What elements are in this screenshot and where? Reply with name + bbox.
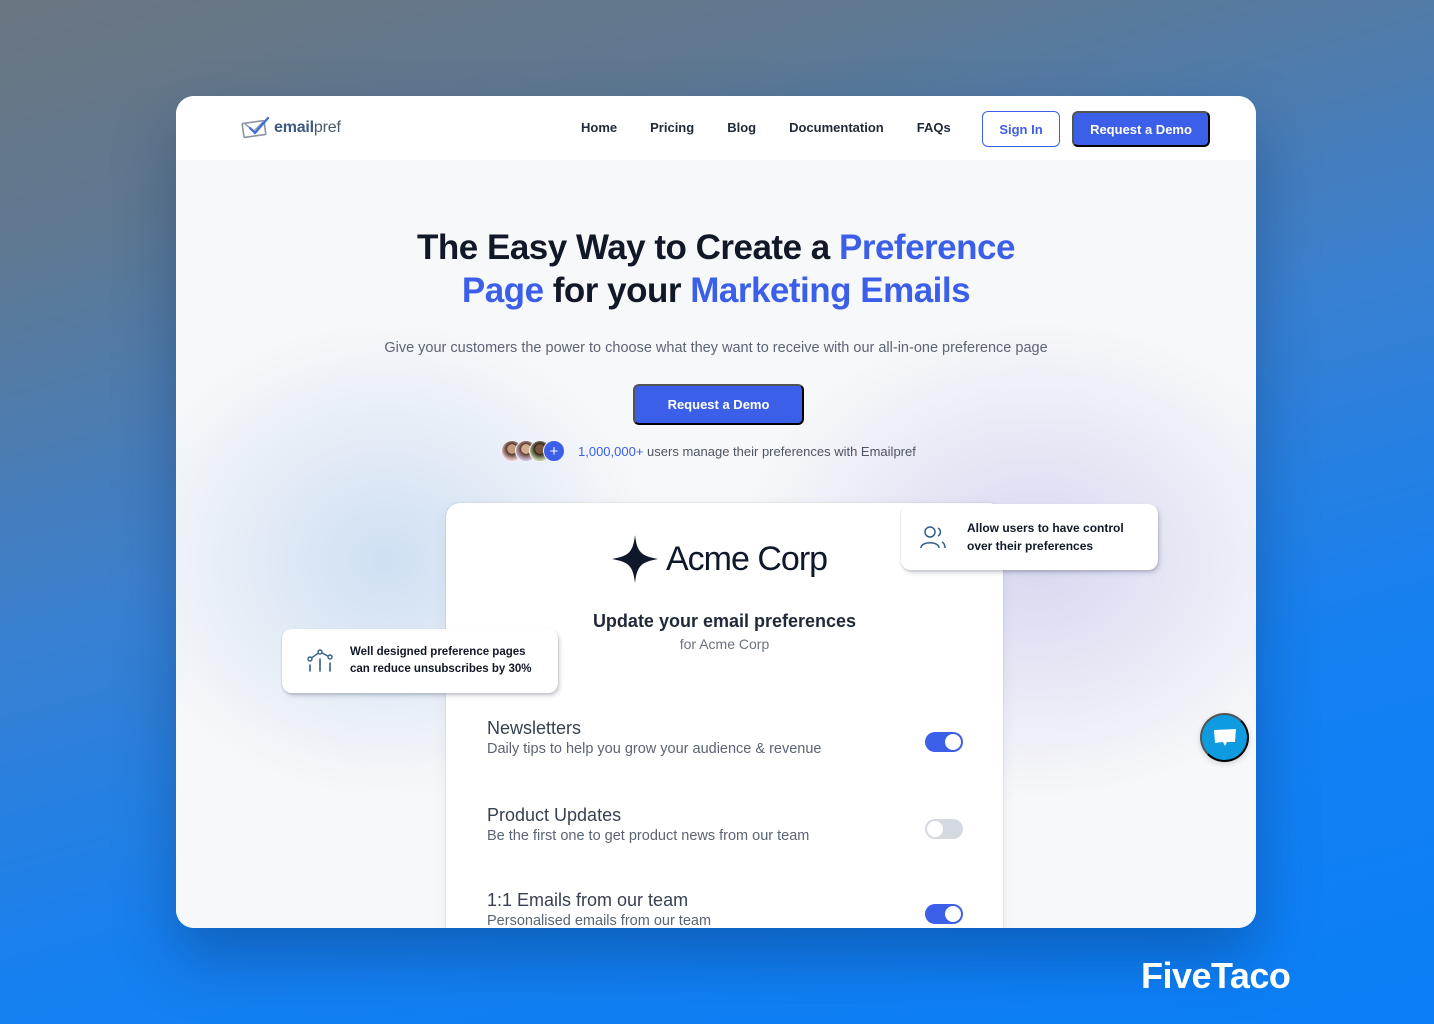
chart-trend-icon	[307, 649, 333, 672]
avatar-stack: +	[501, 440, 565, 462]
newsletters-toggle[interactable]	[925, 732, 963, 752]
callout-unsubscribe-stat: Well designed preference pages can reduc…	[282, 629, 558, 693]
title-highlight: Marketing Emails	[690, 271, 971, 310]
team-emails-toggle[interactable]	[925, 904, 963, 924]
chat-bubble-icon	[1213, 728, 1236, 746]
acme-logo: Acme Corp	[612, 535, 828, 583]
social-proof: + 1,000,000+ users manage their preferen…	[501, 440, 916, 462]
callout-text: Allow users to have control over their p…	[967, 521, 1124, 553]
request-demo-nav-button[interactable]: Request a Demo	[1072, 111, 1210, 147]
preference-description: Personalised emails from our team	[487, 913, 712, 928]
title-text: The Easy Way to Create a	[417, 228, 839, 267]
nav-blog[interactable]: Blog	[727, 120, 756, 135]
title-highlight: Preference	[838, 228, 1015, 267]
top-nav: emailpref Home Pricing Blog Documentatio…	[176, 96, 1256, 160]
preference-item-product-updates: Product Updates Be the first one to get …	[487, 805, 963, 844]
nav-faqs[interactable]: FAQs	[917, 120, 951, 135]
preference-name: Product Updates	[487, 805, 622, 825]
title-text: for your	[543, 271, 691, 310]
hero-subtitle: Give your customers the power to choose …	[384, 340, 1048, 356]
product-updates-toggle[interactable]	[925, 819, 963, 839]
preference-description: Be the first one to get product news fro…	[487, 828, 810, 844]
title-highlight: Page	[461, 271, 544, 310]
sparkle-star-icon	[612, 535, 658, 583]
toggle-knob	[945, 906, 961, 922]
sign-in-button[interactable]: Sign In	[982, 111, 1060, 147]
logo-text: emailpref	[274, 119, 341, 136]
request-demo-hero-button[interactable]: Request a Demo	[633, 384, 804, 425]
browser-window: emailpref Home Pricing Blog Documentatio…	[176, 96, 1256, 928]
nav-links: Home Pricing Blog Documentation FAQs	[581, 120, 984, 135]
toggle-knob	[927, 821, 943, 837]
social-proof-text: 1,000,000+ users manage their preference…	[578, 443, 916, 459]
envelope-check-icon	[241, 116, 270, 139]
nav-home[interactable]: Home	[581, 120, 617, 135]
hero-title: The Easy Way to Create a Preference Page…	[176, 226, 1256, 312]
plus-icon: +	[543, 440, 565, 462]
preference-name: Newsletters	[487, 718, 582, 738]
callout-text: Well designed preference pages can reduc…	[350, 646, 532, 675]
preference-item-team-emails: 1:1 Emails from our team Personalised em…	[487, 890, 963, 928]
preference-name: 1:1 Emails from our team	[487, 890, 689, 910]
preference-item-newsletters: Newsletters Daily tips to help you grow …	[487, 718, 963, 757]
users-icon	[920, 526, 946, 549]
emailpref-logo[interactable]: emailpref	[240, 116, 341, 140]
fivetaco-watermark: FiveTaco	[1141, 955, 1291, 996]
preference-description: Daily tips to help you grow your audienc…	[487, 741, 822, 757]
nav-documentation[interactable]: Documentation	[789, 120, 884, 135]
company-name: Acme Corp	[666, 539, 828, 578]
callout-user-control: Allow users to have control over their p…	[901, 504, 1158, 570]
chat-widget-button[interactable]	[1200, 713, 1249, 762]
toggle-knob	[945, 734, 961, 750]
nav-pricing[interactable]: Pricing	[650, 120, 694, 135]
